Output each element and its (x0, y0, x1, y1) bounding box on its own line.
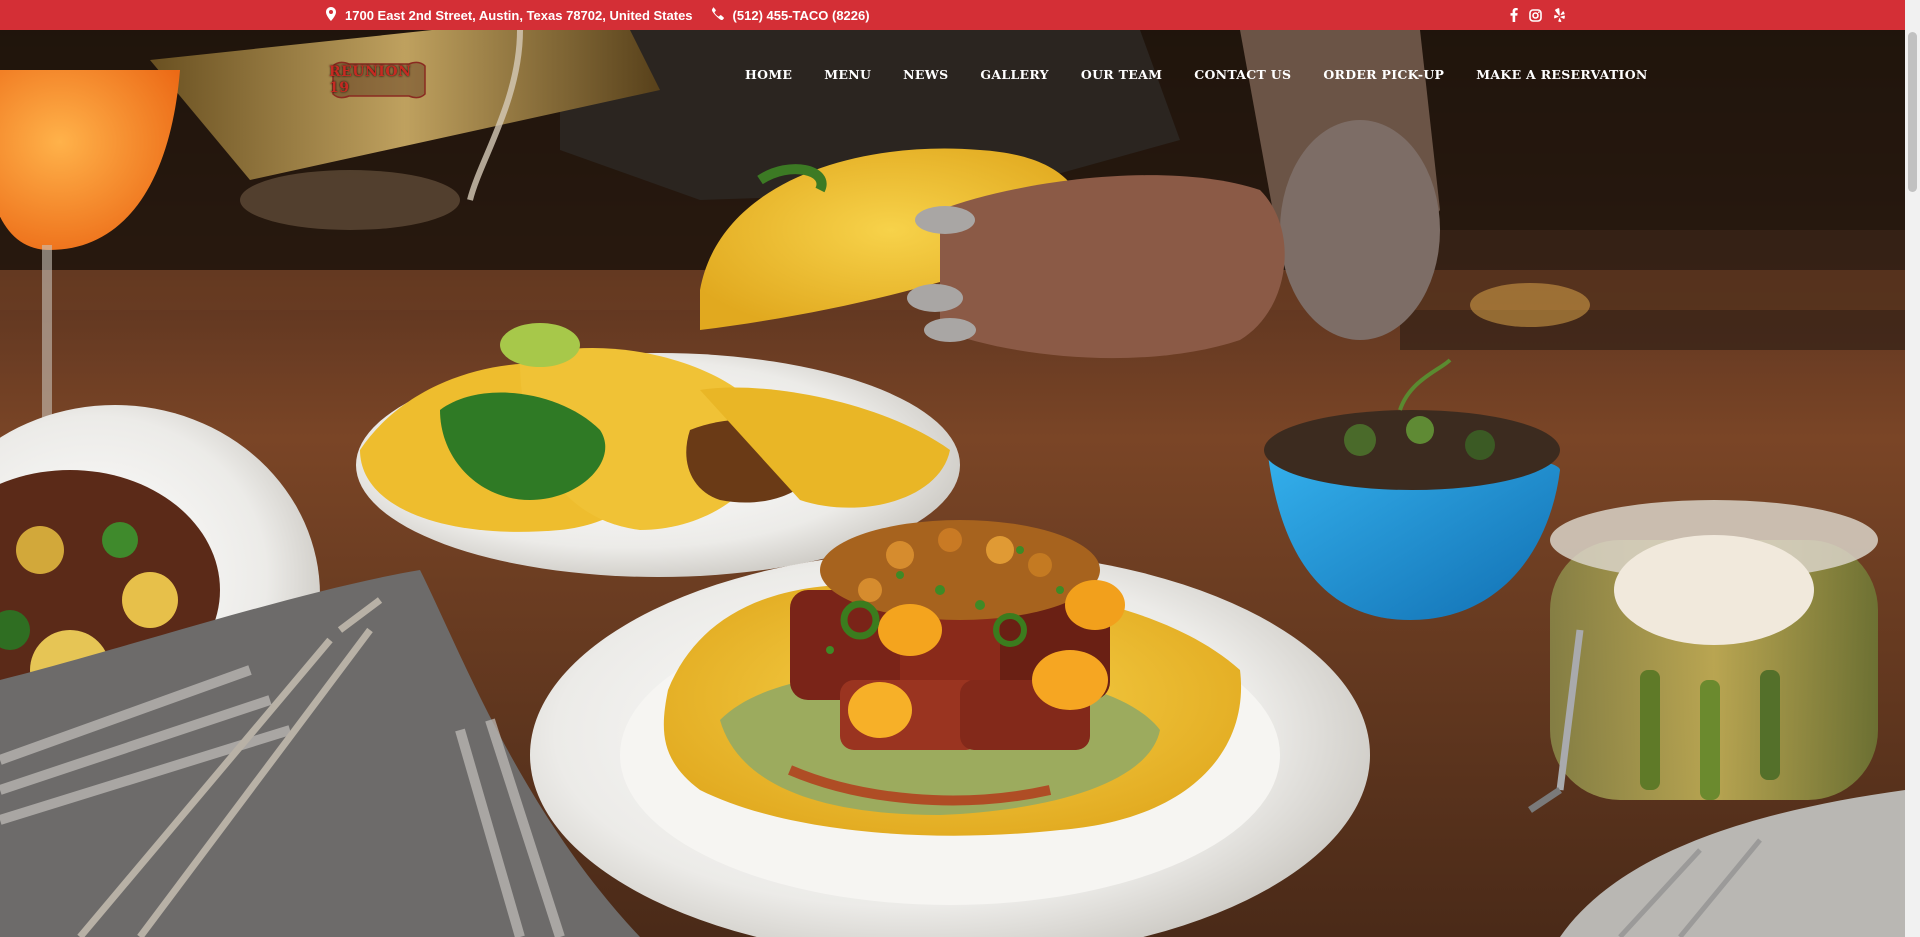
hero-food-photo (0, 30, 1905, 937)
page-scrollbar[interactable] (1905, 0, 1920, 937)
logo-text: REUNION 19 (329, 64, 412, 96)
nav-gallery[interactable]: GALLERY (980, 67, 1049, 82)
map-marker-icon (326, 6, 336, 24)
facebook-icon[interactable] (1510, 8, 1518, 22)
hero-image (0, 30, 1905, 937)
site-logo[interactable]: REUNION 19 (329, 58, 429, 102)
nav-home[interactable]: HOME (745, 67, 792, 82)
top-info-bar: 1700 East 2nd Street, Austin, Texas 7870… (0, 0, 1920, 30)
nav-our-team[interactable]: OUR TEAM (1081, 67, 1162, 82)
phone-text: (512) 455-TACO (8226) (732, 7, 870, 23)
nav-news[interactable]: NEWS (903, 67, 948, 82)
yelp-icon[interactable] (1553, 8, 1565, 22)
nav-contact-us[interactable]: CONTACT US (1194, 67, 1291, 82)
address[interactable]: 1700 East 2nd Street, Austin, Texas 7870… (326, 6, 693, 24)
phone[interactable]: (512) 455-TACO (8226) (711, 7, 870, 23)
scrollbar-thumb[interactable] (1908, 32, 1917, 192)
nav-order-pickup[interactable]: ORDER PICK-UP (1323, 67, 1444, 82)
address-text: 1700 East 2nd Street, Austin, Texas 7870… (345, 7, 693, 23)
nav-make-reservation[interactable]: MAKE A RESERVATION (1476, 67, 1647, 82)
social-links (1510, 0, 1576, 30)
nav-menu[interactable]: MENU (824, 67, 871, 82)
main-nav: HOME MENU NEWS GALLERY OUR TEAM CONTACT … (745, 67, 1680, 82)
contact-info: 1700 East 2nd Street, Austin, Texas 7870… (326, 0, 888, 30)
instagram-icon[interactable] (1529, 8, 1542, 22)
phone-icon (711, 7, 724, 23)
